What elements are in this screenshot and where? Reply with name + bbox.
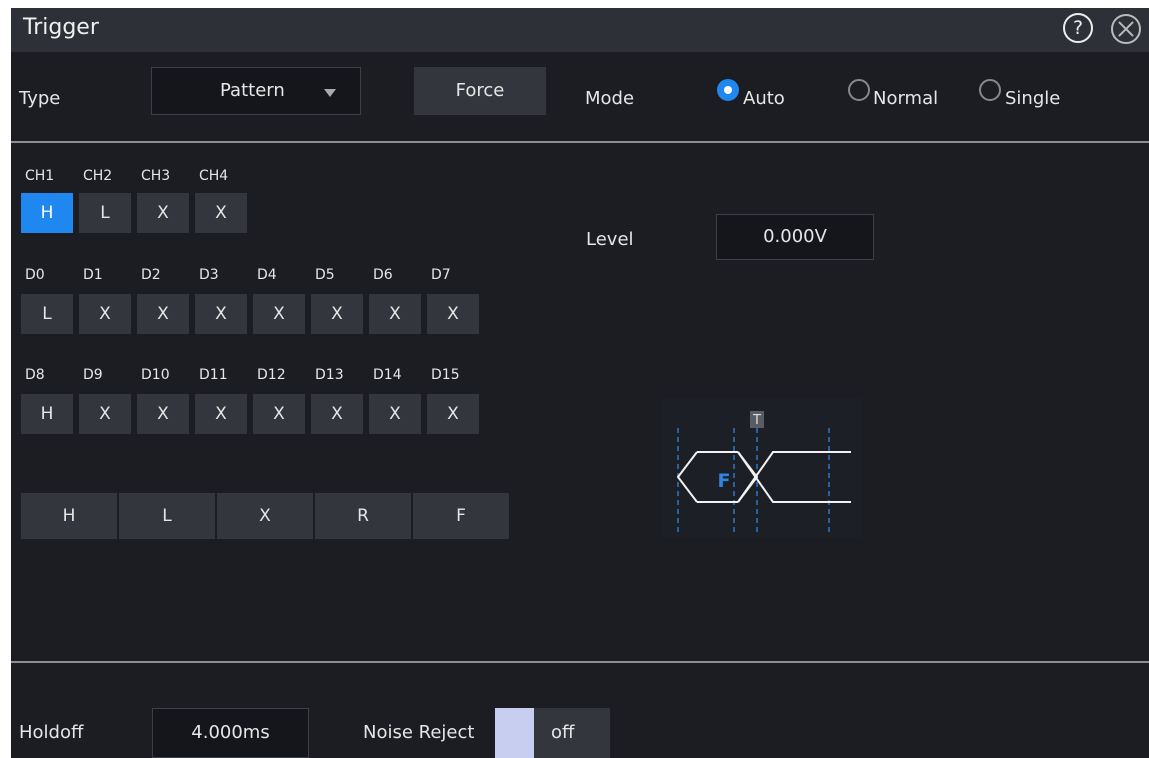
channel-label-d4: D4 [257,267,277,283]
channel-value-d15[interactable]: X [427,394,479,434]
trigger-marker-label: T [752,413,761,428]
channel-value-d6[interactable]: X [369,294,421,334]
type-dropdown[interactable]: Pattern [151,67,361,115]
channel-label-d13: D13 [315,367,344,383]
channel-value-d1[interactable]: X [79,294,131,334]
channel-label-d10: D10 [141,367,170,383]
picker-button-h[interactable]: H [21,493,117,539]
level-input[interactable]: 0.000V [716,214,874,260]
title-bar: Trigger ? [11,8,1149,52]
pattern-diagram: T F [661,398,861,538]
channel-label-d15: D15 [431,367,460,383]
channel-label-d2: D2 [141,267,161,283]
channel-value-d7[interactable]: X [427,294,479,334]
picker-button-l[interactable]: L [119,493,215,539]
channel-label-d8: D8 [25,367,45,383]
dialog-title: Trigger [23,15,99,40]
channel-value-d8[interactable]: H [21,394,73,434]
channel-label-ch4: CH4 [199,168,229,184]
mode-single-label: Single [1005,88,1061,109]
channel-label-d9: D9 [83,367,103,383]
type-value: Pattern [220,80,285,101]
help-icon[interactable]: ? [1063,13,1093,43]
channel-value-ch2[interactable]: L [79,193,131,233]
channel-label-d11: D11 [199,367,228,383]
holdoff-input[interactable]: 4.000ms [152,708,309,758]
channel-value-d0[interactable]: L [21,294,73,334]
channel-label-d3: D3 [199,267,219,283]
channel-label-ch2: CH2 [83,168,113,184]
channel-label-d0: D0 [25,267,45,283]
noise-reject-label: Noise Reject [363,722,475,743]
channel-label-d6: D6 [373,267,393,283]
channel-label-d12: D12 [257,367,286,383]
channel-label-ch1: CH1 [25,168,55,184]
channel-value-d5[interactable]: X [311,294,363,334]
channel-value-d12[interactable]: X [253,394,305,434]
channel-value-d4[interactable]: X [253,294,305,334]
channel-label-d7: D7 [431,267,451,283]
channel-label-d14: D14 [373,367,402,383]
channel-label-d5: D5 [315,267,335,283]
channel-value-d9[interactable]: X [79,394,131,434]
channel-value-d13[interactable]: X [311,394,363,434]
top-divider [11,141,1149,143]
radio-normal[interactable] [848,79,870,101]
channel-value-d14[interactable]: X [369,394,421,434]
mode-normal-label: Normal [873,88,939,109]
pattern-letter: F [718,470,731,492]
channel-value-d2[interactable]: X [137,294,189,334]
channel-label-ch3: CH3 [141,168,171,184]
noise-reject-toggle[interactable]: off [495,708,610,758]
level-label: Level [586,229,634,250]
chevron-down-icon [324,89,336,97]
trigger-dialog: Trigger ? Type Pattern Force Mode Auto N… [11,8,1149,758]
channel-label-d1: D1 [83,267,103,283]
radio-auto[interactable] [717,79,739,101]
radio-single[interactable] [979,79,1001,101]
channel-value-d3[interactable]: X [195,294,247,334]
mode-auto-label: Auto [743,88,785,109]
channel-value-ch4[interactable]: X [195,193,247,233]
channel-value-ch3[interactable]: X [137,193,189,233]
force-button[interactable]: Force [414,67,546,115]
mode-label: Mode [585,88,635,109]
channel-value-d11[interactable]: X [195,394,247,434]
channel-value-ch1[interactable]: H [21,193,73,233]
holdoff-label: Holdoff [19,722,84,743]
noise-reject-value: off [551,722,575,743]
picker-button-x[interactable]: X [217,493,313,539]
picker-button-r[interactable]: R [315,493,411,539]
picker-button-f[interactable]: F [413,493,509,539]
toggle-knob [495,708,534,758]
type-label: Type [19,88,61,109]
close-icon[interactable] [1111,14,1141,44]
channel-value-d10[interactable]: X [137,394,189,434]
bottom-divider [11,661,1149,663]
